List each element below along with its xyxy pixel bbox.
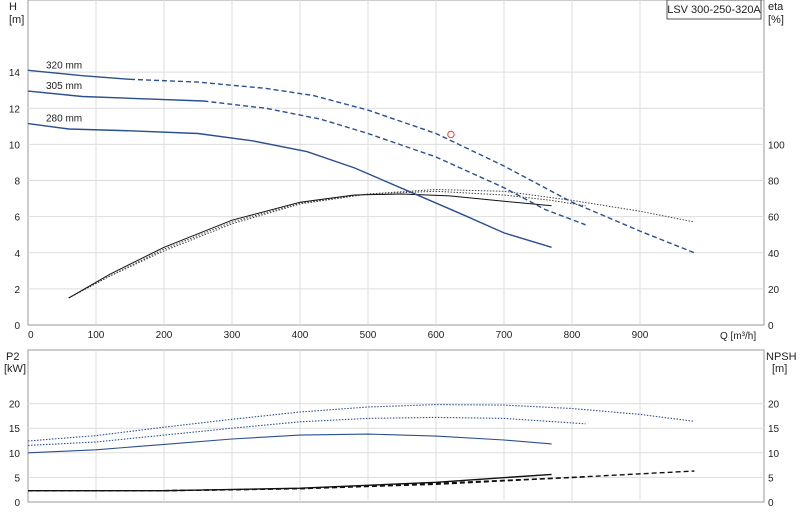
upper-plot-frame (27, 0, 765, 326)
head-curve-label: 320 mm (46, 60, 82, 71)
npsh-tick-label: 0 (768, 498, 774, 509)
h-tick-label: 6 (14, 213, 20, 224)
y-axis-unit-p2: [kW] (4, 363, 26, 375)
pump-curve-svg: LSV 300-250-320A H [m] eta [%] Q [m³/h] … (4, 0, 797, 509)
efficiency-curve (68, 188, 695, 299)
x-axis-label-q: Q [m³/h] (720, 331, 756, 342)
npsh-curve (28, 470, 695, 492)
power-curve (27, 433, 552, 454)
p2-tick-label: 10 (9, 449, 21, 460)
x-tick-label: 700 (496, 330, 513, 341)
duty-point-marker (447, 130, 455, 139)
eta-tick-label: 60 (768, 213, 780, 224)
chart-title: LSV 300-250-320A (667, 4, 761, 16)
npsh-tick-label: 10 (768, 449, 780, 460)
h-tick-label: 4 (14, 249, 20, 260)
power-curve (27, 416, 586, 446)
x-tick-label: 400 (292, 330, 309, 341)
eta-tick-label: 20 (768, 285, 780, 296)
efficiency-curve (68, 193, 552, 299)
y-axis-label-p2: P2 (6, 351, 19, 363)
eta-tick-label: 40 (768, 249, 780, 260)
p2-tick-label: 15 (9, 424, 21, 435)
npsh-tick-label: 15 (768, 424, 780, 435)
x-tick-label: 600 (428, 330, 445, 341)
x-tick-label: 800 (564, 330, 581, 341)
x-tick-label: 300 (224, 330, 241, 341)
x-tick-label: 0 (28, 330, 34, 341)
head-curve-solid (27, 90, 204, 102)
x-tick-label: 100 (88, 330, 105, 341)
p2-tick-label: 0 (14, 498, 20, 509)
npsh-curve (28, 473, 552, 492)
y2-axis-label-npsh: NPSH (766, 351, 797, 363)
p2-tick-label: 5 (14, 473, 20, 484)
y2-axis-unit-eta: [%] (768, 14, 784, 26)
head-curve-label: 280 mm (46, 114, 82, 125)
y2-axis-label-eta: eta (768, 1, 784, 13)
h-tick-label: 14 (9, 68, 21, 79)
h-tick-label: 10 (9, 140, 21, 151)
head-curve-label: 305 mm (46, 81, 82, 92)
x-tick-label: 500 (360, 330, 377, 341)
npsh-tick-label: 20 (768, 400, 780, 411)
head-curve-solid (27, 122, 552, 248)
pump-curve-chart: LSV 300-250-320A H [m] eta [%] Q [m³/h] … (0, 0, 800, 520)
y-axis-label-h: H (9, 1, 17, 13)
eta-tick-label: 80 (768, 177, 780, 188)
x-tick-label: 200 (156, 330, 173, 341)
power-curve (27, 404, 695, 442)
y-axis-unit-h: [m] (9, 14, 24, 26)
h-tick-label: 0 (14, 321, 20, 332)
h-tick-label: 8 (14, 177, 20, 188)
npsh-tick-label: 5 (768, 473, 774, 484)
efficiency-curve (68, 190, 586, 299)
h-tick-label: 12 (9, 104, 21, 115)
x-tick-label: 900 (632, 330, 649, 341)
npsh-curve (28, 476, 586, 492)
h-tick-label: 2 (14, 285, 20, 296)
y2-axis-unit-npsh: [m] (772, 363, 787, 375)
p2-tick-label: 20 (9, 400, 21, 411)
eta-tick-label: 100 (768, 140, 785, 151)
eta-tick-label: 0 (768, 321, 774, 332)
lower-plot-frame (27, 349, 765, 503)
